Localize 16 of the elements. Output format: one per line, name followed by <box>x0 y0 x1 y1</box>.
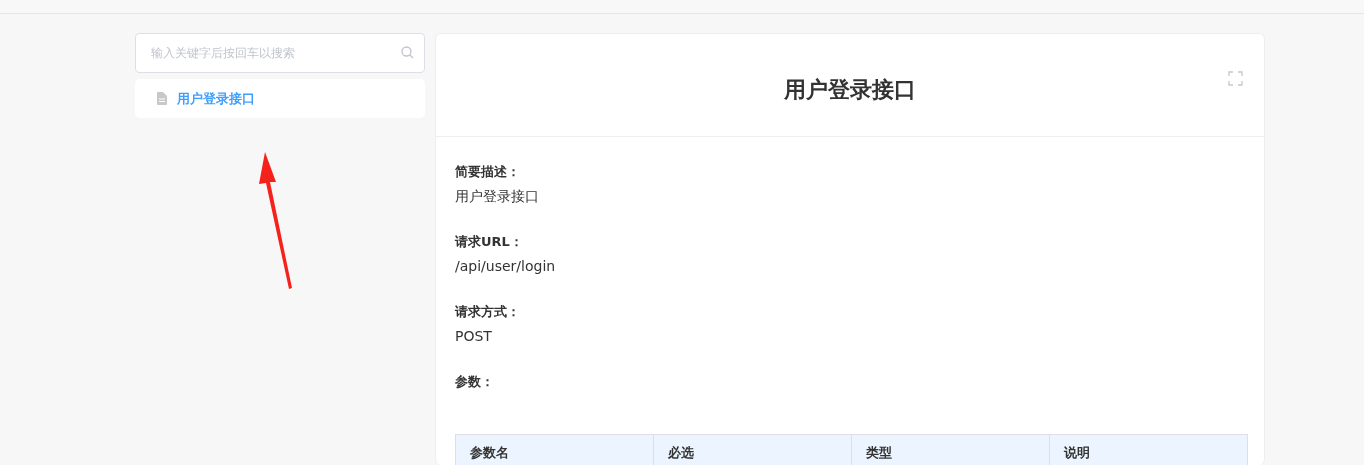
section-label: 请求URL： <box>455 233 523 251</box>
document-icon <box>157 92 167 105</box>
section-value: /api/user/login <box>455 257 556 276</box>
section-value: 用户登录接口 <box>455 187 539 206</box>
column-header: 参数名 <box>455 434 654 465</box>
column-header: 说明 <box>1049 434 1248 465</box>
sidebar-item[interactable]: 用户登录接口 <box>135 79 425 118</box>
fullscreen-icon[interactable] <box>1228 71 1243 86</box>
section-label: 简要描述： <box>455 163 520 181</box>
section-label: 请求方式： <box>455 303 520 321</box>
column-header: 必选 <box>653 434 852 465</box>
section-label: 参数： <box>455 373 494 391</box>
search-icon[interactable] <box>401 46 414 59</box>
section-value: POST <box>455 327 492 346</box>
document-title: 用户登录接口 <box>784 76 916 104</box>
column-header: 类型 <box>851 434 1050 465</box>
